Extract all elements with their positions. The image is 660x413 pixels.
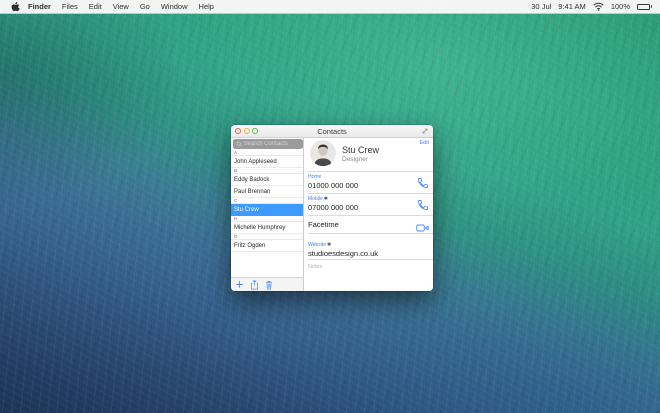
share-button[interactable] [250, 279, 259, 290]
delete-contact-button[interactable] [265, 280, 273, 290]
contact-avatar[interactable] [310, 140, 336, 166]
zoom-button[interactable] [252, 128, 258, 134]
sidebar-toolbar [231, 277, 303, 291]
menu-item-help[interactable]: Help [199, 2, 214, 11]
contact-detail-pane: Edit Stu Crew Designer Home 01000 000 00… [304, 138, 433, 291]
close-button[interactable] [235, 128, 241, 134]
wifi-icon[interactable] [593, 2, 604, 11]
website-value[interactable]: studioesdesign.co.uk [308, 249, 378, 258]
avatar-photo [310, 140, 336, 166]
add-contact-button[interactable] [235, 280, 244, 289]
menu-bar: Finder Files Edit View Go Window Help 30 Jul 9… [0, 0, 660, 14]
call-home-button[interactable] [417, 176, 429, 194]
menu-item-finder[interactable]: Finder [28, 2, 51, 11]
phone-icon [418, 178, 428, 188]
menu-clock[interactable]: 9:41 AM [558, 2, 586, 11]
menu-date[interactable]: 30 Jul [531, 2, 551, 11]
menu-item-files[interactable]: Files [62, 2, 78, 11]
contact-row[interactable]: Fritz Ogden [231, 240, 303, 252]
search-icon [236, 141, 242, 147]
contact-row[interactable]: John Appleseed [231, 156, 303, 168]
video-camera-icon [416, 224, 429, 232]
contact-row[interactable]: Eddy Badock [231, 174, 303, 186]
window-controls [235, 128, 258, 134]
title-bar[interactable]: Contacts [231, 125, 433, 138]
battery-percent: 100% [610, 2, 630, 11]
divider [308, 171, 433, 172]
menu-item-window[interactable]: Window [161, 2, 188, 11]
contact-list: A John Appleseed B Eddy Badock Paul Brennan C… [231, 150, 303, 277]
divider [308, 259, 433, 260]
expand-arrows-icon [422, 128, 428, 134]
battery-icon[interactable] [637, 3, 652, 10]
phone-icon [418, 200, 428, 210]
home-phone-value: 01000 000 000 [308, 180, 359, 190]
divider [308, 193, 433, 194]
website-field-label: Website✱ [308, 242, 332, 248]
contacts-sidebar: Search Contacts A John Appleseed B Eddy Bad… [231, 138, 304, 291]
menu-item-view[interactable]: View [113, 2, 129, 11]
facetime-label: Facetime [308, 220, 339, 229]
edit-button[interactable]: Edit [420, 140, 429, 146]
contacts-window: Contacts Search Contacts A John Appleseed… [231, 125, 433, 291]
menu-item-go[interactable]: Go [140, 2, 150, 11]
minimize-button[interactable] [243, 128, 250, 134]
divider [308, 233, 433, 234]
mobile-field-label: Mobile✱ [308, 196, 328, 202]
contact-row[interactable]: Stu Crew [231, 204, 303, 216]
facetime-call-button[interactable] [416, 220, 429, 238]
apple-menu[interactable] [8, 1, 22, 12]
divider [308, 215, 433, 216]
contact-name: Stu Crew [342, 145, 380, 155]
home-field-label: Home [308, 174, 322, 180]
menu-item-edit[interactable]: Edit [89, 2, 102, 11]
menu-items: Finder Files Edit View Go Window Help [28, 2, 214, 11]
notes-area[interactable] [308, 271, 433, 291]
window-title: Contacts [317, 126, 347, 136]
menu-bar-status: 30 Jul 9:41 AM 100% [531, 2, 652, 11]
contact-row[interactable]: Paul Brennan [231, 186, 303, 198]
notes-label: Notes [308, 264, 323, 270]
call-mobile-button[interactable] [417, 198, 429, 216]
apple-logo-icon [11, 1, 20, 11]
search-input[interactable]: Search Contacts [232, 139, 303, 149]
search-placeholder: Search Contacts [243, 141, 288, 147]
fullscreen-button[interactable] [421, 127, 429, 135]
contact-row[interactable]: Michelle Humphrey [231, 222, 303, 234]
mobile-phone-value: 07000 000 000 [308, 202, 359, 212]
contact-role: Designer [342, 156, 369, 163]
